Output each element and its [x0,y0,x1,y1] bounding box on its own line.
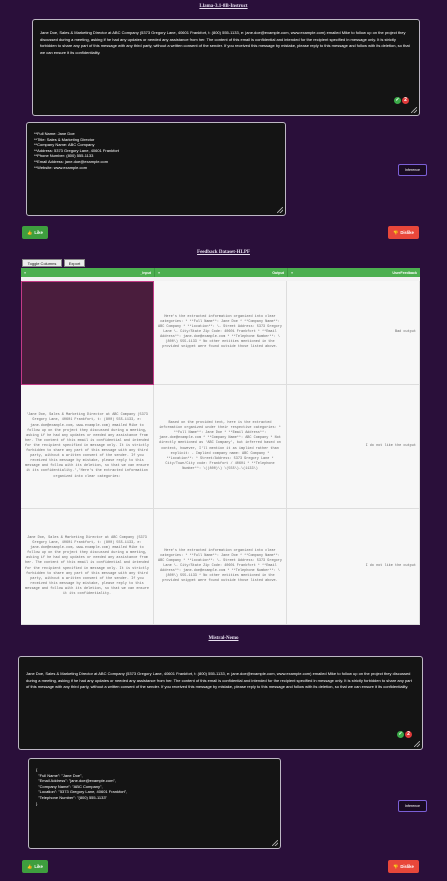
error-count-icon[interactable]: 2 [402,97,409,104]
dislike-button[interactable]: 👎 Dislike [388,226,419,239]
grammar-check-icon[interactable]: ✓ [397,731,404,738]
like-label: Like [34,230,43,235]
output-textarea[interactable]: **Full Name: Jane Doe **Title: Sales & Ma… [26,122,286,216]
section-title-llama: Llama-3.1-8B-Instruct [199,4,248,9]
input-textarea[interactable]: Jane Doe, Sales & Marketing Director at … [18,656,423,750]
sort-icon: ≡ [24,270,27,275]
dislike-label: Dislike [400,230,414,235]
sort-icon: ≡ [158,270,161,275]
resize-grip-icon[interactable] [272,840,278,846]
feedback-grid: ≡ _Input ≡ Output ≡ UserFeedback Here's … [21,268,420,625]
column-header-userfeedback[interactable]: ≡ UserFeedback [287,268,420,277]
error-count-icon[interactable]: 2 [405,731,412,738]
resize-grip-icon[interactable] [411,107,417,113]
grammar-check-icon[interactable]: ✓ [394,97,401,104]
output-line: } [36,800,38,806]
section-title-feedback: Feedback Dataset-HLPF [197,250,250,255]
like-button[interactable]: 👍 Like [22,860,48,873]
thumbs-down-icon: 👎 [393,863,399,869]
table-cell-feedback[interactable]: Bad output [287,281,420,385]
table-cell-output[interactable]: Here's the extracted information organiz… [154,281,287,385]
section-title-mistral: Mistral-Nemo [208,636,239,641]
inference-button[interactable]: Inference [398,800,427,812]
dislike-button[interactable]: 👎 Dislike [388,860,419,873]
resize-grip-icon[interactable] [414,741,420,747]
grammar-icons: ✓ 2 [394,97,409,104]
output-text: { "Full Name": "Jane Doe", "Email Addres… [36,767,274,806]
table-cell-feedback[interactable]: I do not like the output [287,385,420,509]
export-button[interactable]: Export [64,259,85,267]
table-cell-output[interactable]: Based on the provided text, here is the … [154,385,287,509]
column-header-input[interactable]: ≡ _Input [21,268,154,277]
table-cell-input[interactable] [21,281,154,385]
input-text: Jane Doe, Sales & Marketing Director at … [26,671,412,690]
table-cell-input[interactable]: 'Jane Doe, Sales & Marketing Director at… [21,385,154,509]
sort-icon: ≡ [291,270,294,275]
table-cell-feedback[interactable]: I do not like the output [287,509,420,625]
input-textarea[interactable]: Jane Doe, Sales & Marketing Director at … [32,19,420,116]
input-text: Jane Doe, Sales & Marketing Director at … [40,30,410,55]
like-button[interactable]: 👍 Like [22,226,48,239]
dislike-label: Dislike [400,864,414,869]
output-textarea[interactable]: { "Full Name": "Jane Doe", "Email Addres… [28,758,281,849]
output-line: **Website: www.example.com [34,164,88,170]
toggle-columns-button[interactable]: Toggle Columns [22,259,62,267]
column-header-output[interactable]: ≡ Output [154,268,287,277]
table-cell-output[interactable]: Here's the extracted information organiz… [154,509,287,625]
thumbs-up-icon: 👍 [27,229,33,235]
grammar-icons: ✓ 2 [397,731,412,738]
thumbs-down-icon: 👎 [393,229,399,235]
resize-grip-icon[interactable] [277,207,283,213]
thumbs-up-icon: 👍 [27,863,33,869]
inference-button[interactable]: Inference [398,164,427,176]
output-text: **Full Name: Jane Doe **Title: Sales & Ma… [34,131,279,170]
table-cell-input[interactable]: Jane Doe, Sales & Marketing Director at … [21,509,154,625]
like-label: Like [34,864,43,869]
